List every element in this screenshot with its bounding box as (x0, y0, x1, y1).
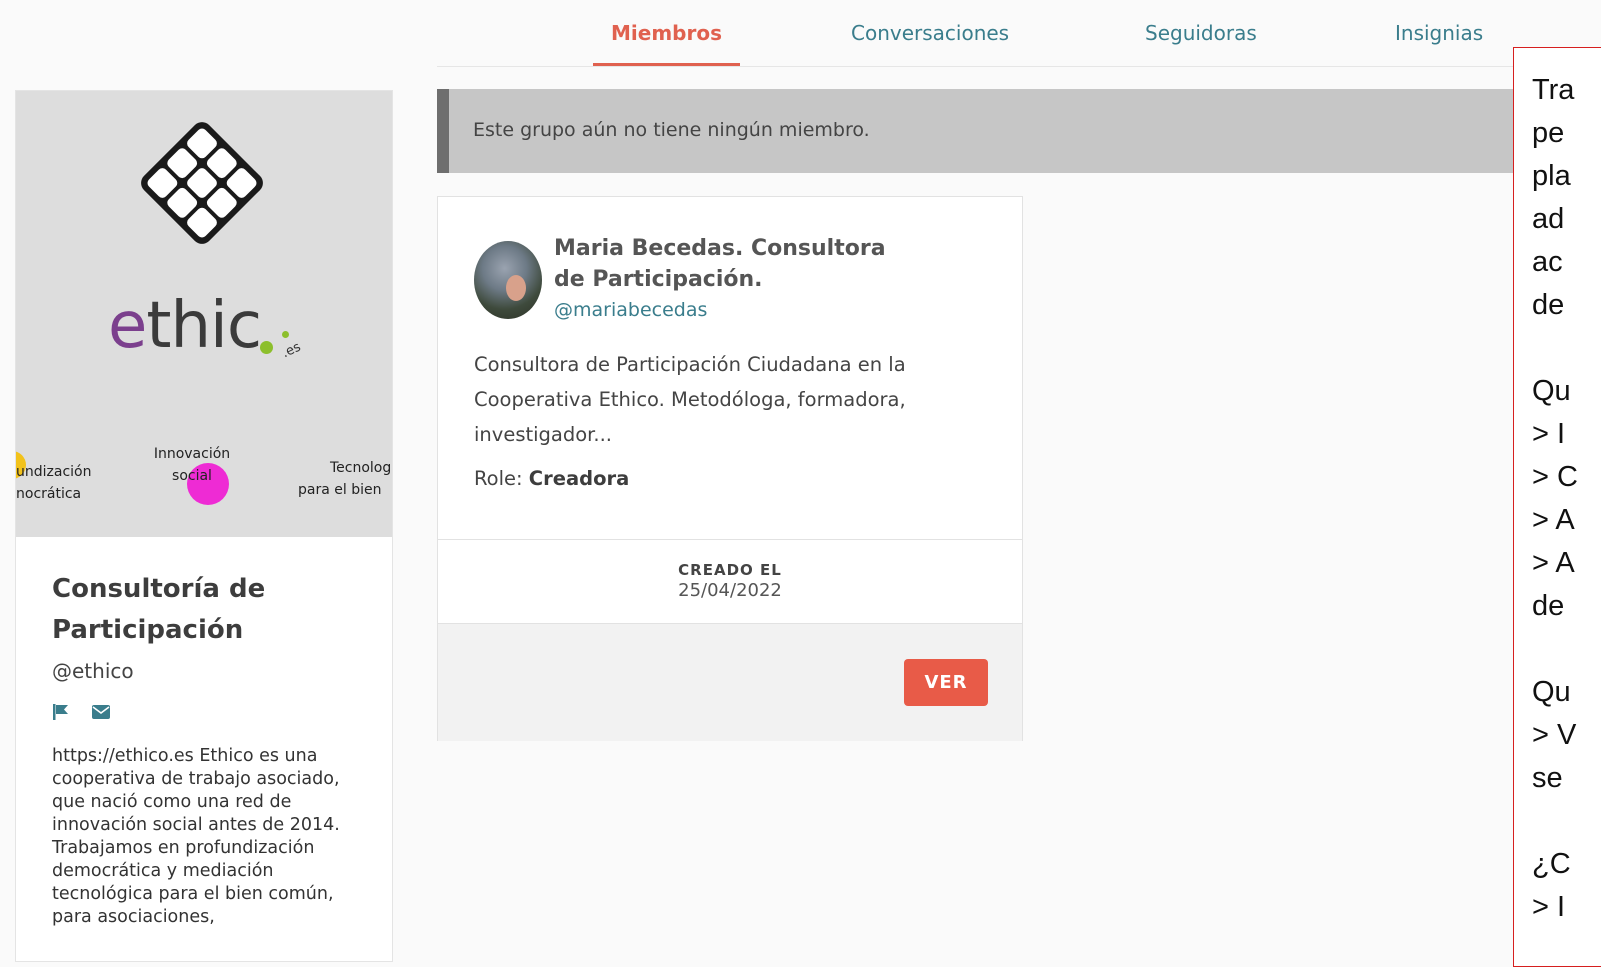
group-name: Consultoría de Participación (52, 574, 266, 645)
annotation-line: Qu (1532, 375, 1571, 407)
divider (438, 539, 1022, 540)
annotation-line: se (1532, 762, 1563, 794)
cube-logo-icon (141, 122, 263, 244)
annotation-line: pe (1532, 117, 1565, 149)
annotation-panel: Tra pe pla ad ac de Qu > I > C > A > A d… (1513, 47, 1601, 967)
member-role: Role: Creadora (474, 467, 629, 490)
ethico-logo: ethic (108, 289, 262, 363)
annotation-line: > C (1532, 461, 1578, 493)
group-handle: @ethico (52, 659, 134, 683)
annotation-line: pla (1532, 160, 1571, 192)
logo-suffix: .es (279, 339, 304, 362)
banner-label-right: Tecnologí para el bien (298, 460, 392, 498)
role-value: Creadora (528, 467, 630, 490)
logo-dot-decoration (282, 331, 289, 338)
view-button[interactable]: VER (904, 659, 988, 706)
annotation-line: > I (1532, 418, 1566, 450)
logo-dot-decoration (260, 341, 273, 354)
annotation-line: ac (1532, 246, 1563, 278)
tab-conversaciones[interactable]: Conversaciones (833, 18, 1027, 64)
member-handle[interactable]: @mariabecedas (554, 299, 707, 321)
annotation-line: > I (1532, 891, 1566, 923)
created-date: 25/04/2022 (678, 580, 782, 601)
flag-icon[interactable] (52, 703, 70, 725)
annotation-line: > V (1532, 719, 1577, 751)
envelope-icon[interactable] (91, 704, 111, 724)
tab-miembros[interactable]: Miembros (593, 18, 740, 66)
tab-seguidoras[interactable]: Seguidoras (1127, 18, 1275, 64)
empty-members-notice: Este grupo aún no tiene ningún miembro. (437, 89, 1537, 173)
profile-actions (52, 703, 127, 723)
annotation-line: ¿C (1532, 848, 1571, 880)
annotation-line: de (1532, 289, 1565, 321)
annotation-line: de (1532, 590, 1565, 622)
annotation-line: Qu (1532, 676, 1571, 708)
role-label: Role: (474, 467, 523, 490)
annotation-line: > A (1532, 547, 1575, 579)
group-tabs: Miembros Conversaciones Seguidoras Insig… (437, 0, 1601, 67)
notice-text: Este grupo aún no tiene ningún miembro. (473, 119, 870, 141)
group-banner-image: ethic .es undización nocrática Innovació… (16, 91, 392, 537)
group-description: https://ethico.es Ethico es una cooperat… (52, 746, 340, 927)
annotation-line: ad (1532, 203, 1565, 235)
group-profile-card: ethic .es undización nocrática Innovació… (15, 90, 393, 962)
created-label: CREADO EL (678, 561, 782, 579)
tab-insignias[interactable]: Insignias (1377, 18, 1501, 64)
member-bio: Consultora de Participación Ciudadana en… (474, 353, 906, 446)
banner-label-left: undización nocrática (16, 464, 92, 502)
avatar[interactable] (474, 241, 542, 319)
banner-label-middle: Innovación social (153, 446, 231, 484)
card-footer: VER (438, 623, 1022, 741)
member-card: Maria Becedas. Consultora de Participaci… (437, 196, 1023, 741)
annotation-line: > A (1532, 504, 1575, 536)
member-name[interactable]: Maria Becedas. Consultora de Participaci… (554, 233, 914, 295)
annotation-line: Tra (1532, 74, 1575, 106)
